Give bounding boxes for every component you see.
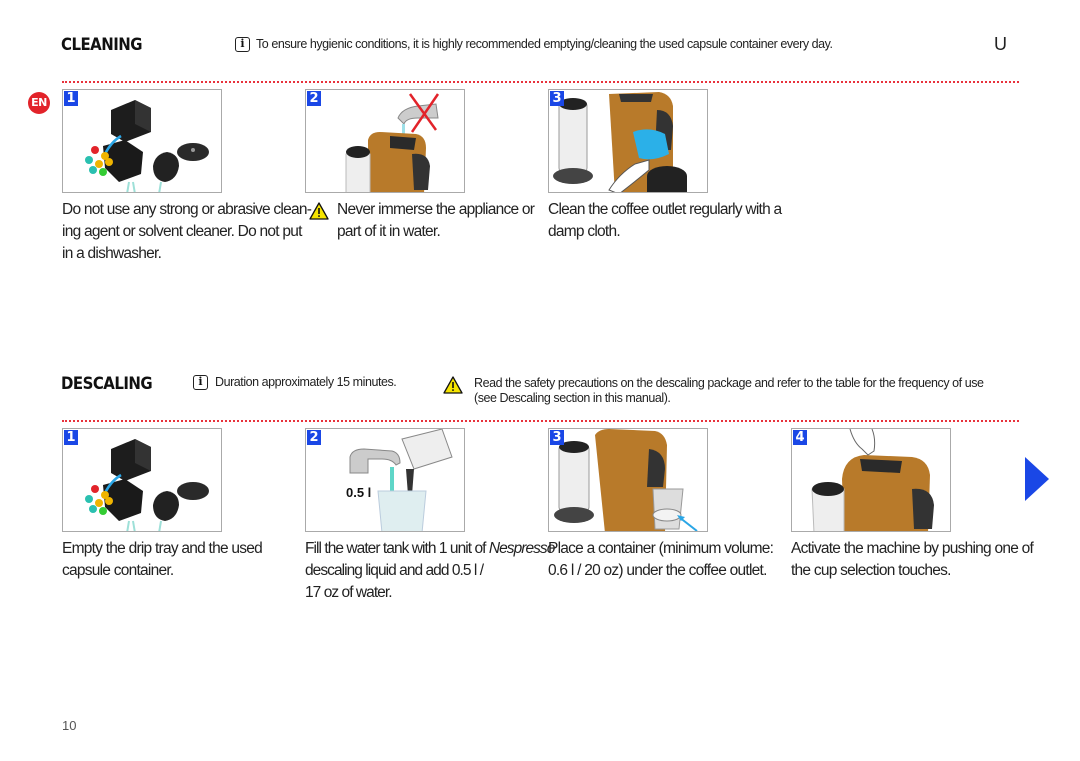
cleaning-divider xyxy=(62,81,1019,83)
model-glyph: U xyxy=(994,34,1007,54)
do-not-immerse-illustration xyxy=(345,93,440,192)
descaling-step-3-text: Place a container (minimum volume: 0.6 l… xyxy=(548,540,774,579)
step-number-badge: 3 xyxy=(550,91,564,106)
step-number-badge: 4 xyxy=(793,430,807,445)
descaling-warning-note: Read the safety precautions on the desca… xyxy=(474,376,984,405)
capsule-container-illustration xyxy=(85,100,209,192)
cleaning-step-2-image: 2 xyxy=(305,89,465,193)
descaling-step-1-text: Empty the drip tray and the used capsule… xyxy=(62,540,263,579)
cleaning-title: CLEANING xyxy=(61,35,143,55)
cleaning-step-1-text: Do not use any strong or abrasive clean-… xyxy=(62,201,312,262)
page-number: 10 xyxy=(62,718,77,733)
descaling-step-3-image: 3 xyxy=(548,428,708,532)
cleaning-step-2-text: Never immerse the appliance or part of i… xyxy=(337,201,535,240)
fill-water-tank-illustration xyxy=(349,429,453,531)
cleaning-info-note: To ensure hygienic conditions, it is hig… xyxy=(256,37,833,51)
descaling-step-1-image: 1 xyxy=(62,428,222,532)
volume-label: 0.5 l xyxy=(346,485,372,500)
step-number-badge: 1 xyxy=(64,91,78,106)
step-number-badge: 3 xyxy=(550,430,564,445)
info-icon: i xyxy=(193,375,208,390)
language-badge: EN xyxy=(28,92,50,114)
wipe-outlet-illustration xyxy=(553,92,687,192)
next-page-arrow[interactable] xyxy=(1025,457,1049,501)
descaling-title: DESCALING xyxy=(61,374,153,394)
empty-drip-tray-illustration xyxy=(85,439,209,531)
step-number-badge: 2 xyxy=(307,91,321,106)
descaling-info-note: Duration approximately 15 minutes. xyxy=(215,375,397,389)
warning-icon xyxy=(443,376,463,394)
cleaning-step-3-image: 3 xyxy=(548,89,708,193)
descaling-step-4-image: 4 xyxy=(791,428,951,532)
descaling-step-4-text: Activate the machine by pushing one of t… xyxy=(791,540,1034,579)
info-icon: i xyxy=(235,37,250,52)
warning-icon xyxy=(309,202,329,220)
step-number-badge: 1 xyxy=(64,430,78,445)
press-button-illustration xyxy=(811,429,934,531)
cleaning-step-1-image: 1 xyxy=(62,89,222,193)
place-container-illustration xyxy=(554,429,698,531)
descaling-divider xyxy=(62,420,1019,422)
step-number-badge: 2 xyxy=(307,430,321,445)
brand-name: Nespresso xyxy=(488,540,555,557)
cleaning-step-3-text: Clean the coffee outlet regularly with a… xyxy=(548,201,782,240)
descaling-step-2-image: 0.5 l 2 xyxy=(305,428,465,532)
descaling-step-2-text: Fill the water tank with 1 unit of Nespr… xyxy=(305,540,555,601)
